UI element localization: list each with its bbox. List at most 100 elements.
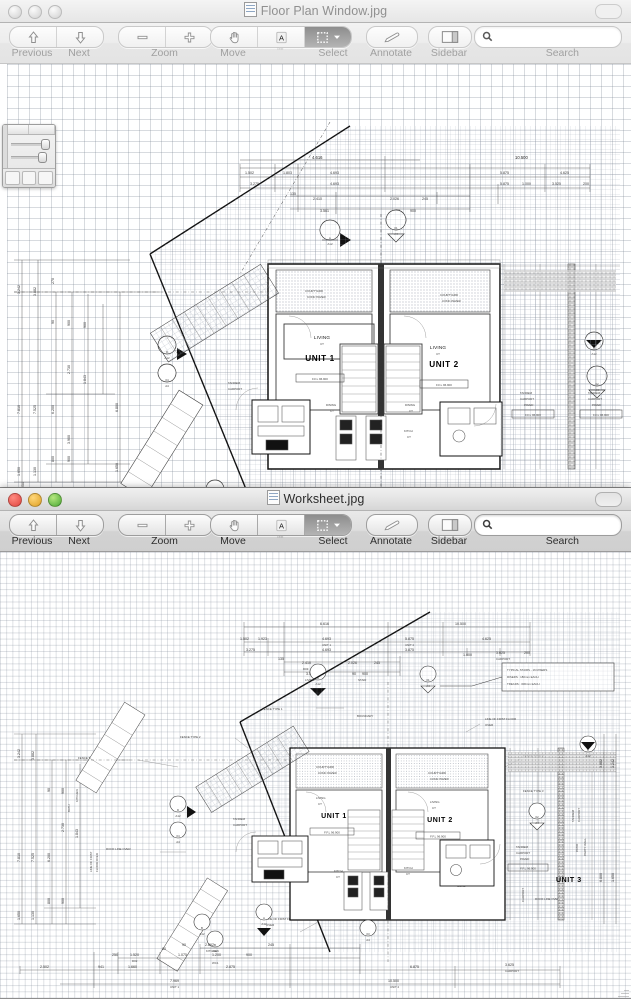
window-title: Floor Plan Window.jpg (0, 2, 631, 18)
next-button[interactable] (56, 515, 103, 535)
svg-text:CONC PAVER: CONC PAVER (442, 299, 461, 303)
svg-text:F.F.L 96.900: F.F.L 96.900 (525, 413, 541, 417)
document-canvas[interactable]: 6.616 10.500 1.502 1.923 4.693 UNIT 1 5.… (0, 552, 631, 999)
svg-text:D: D (177, 808, 179, 812)
svg-text:CT: CT (336, 875, 340, 879)
search-input[interactable] (499, 515, 615, 537)
chevron-down-icon[interactable] (333, 521, 341, 529)
svg-text:1.075: 1.075 (178, 953, 187, 957)
svg-text:D02: D02 (132, 959, 138, 963)
svg-text:B: B (201, 926, 203, 930)
zoom-in-button[interactable] (165, 515, 212, 535)
palette-tabs[interactable] (3, 125, 55, 135)
zoom-out-button[interactable] (119, 27, 165, 47)
document-canvas[interactable]: 4.616 10.500 1.502 1.803 4.693 5.875 4.6… (0, 64, 631, 488)
svg-text:F.F.L 96.900: F.F.L 96.900 (520, 867, 536, 871)
svg-text:A4: A4 (366, 938, 370, 942)
svg-text:CARPORT: CARPORT (233, 823, 247, 827)
move-tool-button[interactable] (211, 515, 257, 535)
line-first-floor-label: LINE OF FIRST FLOOR (485, 717, 516, 721)
svg-text:PARTY WALL: PARTY WALL (583, 838, 587, 856)
svg-text:F.F.L 96.900: F.F.L 96.900 (324, 831, 340, 835)
svg-text:A: A (263, 916, 265, 920)
palette-swatch[interactable] (38, 171, 54, 185)
sidebar-toggle-button[interactable] (429, 515, 471, 535)
svg-text:3.275: 3.275 (246, 648, 255, 652)
worksheet-drawing: 6.616 10.500 1.502 1.923 4.693 UNIT 1 5.… (0, 552, 631, 999)
palette-tab-2[interactable] (29, 125, 55, 134)
move-tool-button[interactable] (211, 27, 257, 47)
minus-icon (135, 30, 150, 45)
svg-text:A: A (278, 33, 283, 42)
svg-text:900: 900 (83, 322, 87, 328)
resize-grip[interactable] (617, 986, 629, 998)
search-label: Search (545, 535, 579, 547)
window-titlebar[interactable]: Worksheet.jpg (0, 488, 631, 511)
palette-swatch[interactable] (5, 171, 20, 185)
svg-text:90: 90 (51, 320, 55, 324)
search-field[interactable] (474, 514, 622, 537)
text-tool-button[interactable]: A (257, 515, 304, 535)
svg-text:6.800: 6.800 (115, 403, 119, 412)
slider-knob[interactable] (41, 139, 50, 150)
toolbar-toggle-button[interactable] (595, 492, 622, 507)
worksheet-window[interactable]: Worksheet.jpg Previous Next Zoom A Move … (0, 488, 631, 999)
svg-text:KITCH: KITCH (404, 866, 413, 870)
svg-text:F.F.L 96.900: F.F.L 96.900 (312, 377, 328, 381)
select-tool-button[interactable] (304, 27, 351, 47)
palette-slider-2[interactable] (5, 151, 53, 163)
svg-text:CARPORT: CARPORT (516, 851, 530, 855)
floor-plan-window[interactable]: Floor Plan Window.jpg Previous Next Zoom… (0, 0, 631, 488)
svg-text:7.810: 7.810 (17, 405, 21, 414)
chevron-down-icon[interactable] (333, 33, 341, 41)
sidebar-label: Sidebar (430, 535, 468, 547)
fence-type-1-label: FENCE TYPE 1 (262, 707, 283, 711)
svg-text:CT: CT (320, 342, 324, 346)
svg-text:UNIT 1: UNIT 1 (321, 813, 347, 820)
select-tool-button[interactable] (304, 515, 351, 535)
move-label: Move (220, 47, 246, 59)
annotate-tool-button[interactable] (367, 27, 417, 47)
svg-text:80: 80 (162, 947, 166, 951)
svg-text:900: 900 (61, 788, 65, 794)
adjust-palette[interactable] (2, 124, 56, 188)
palette-swatch[interactable] (21, 171, 37, 185)
palette-slider-1[interactable] (5, 138, 53, 150)
search-field[interactable] (474, 26, 622, 49)
pencil-icon (382, 30, 402, 45)
svg-text:CT: CT (407, 435, 411, 439)
svg-text:2.502: 2.502 (40, 965, 49, 969)
annotate-label: Annotate (369, 535, 413, 547)
pencil-icon (382, 518, 402, 533)
dining-label-1: DINING (326, 403, 337, 407)
svg-text:A12: A12 (261, 922, 267, 926)
svg-text:A4: A4 (535, 821, 539, 825)
annotate-tool-button[interactable] (367, 515, 417, 535)
zoom-in-button[interactable] (165, 27, 212, 47)
window-titlebar[interactable]: Floor Plan Window.jpg (0, 0, 631, 23)
svg-text:250: 250 (112, 953, 118, 957)
callout-04-A4-2: 04 A4 (169, 821, 187, 844)
living-label-2: LIVING (430, 345, 446, 350)
palette-swatches[interactable] (3, 168, 55, 187)
zoom-out-button[interactable] (119, 515, 165, 535)
svg-text:CONC PAVER: CONC PAVER (318, 771, 337, 775)
slider-knob[interactable] (38, 152, 47, 163)
document-icon (266, 490, 280, 505)
next-button[interactable] (56, 27, 103, 47)
sidebar-toggle-button[interactable] (429, 27, 471, 47)
toolbar-toggle-button[interactable] (595, 4, 622, 19)
text-A-icon: A (274, 30, 289, 45)
boundary-label-2: BOUNDARY (357, 714, 373, 718)
svg-text:FENCE TYPE 2: FENCE TYPE 2 (180, 735, 201, 739)
svg-text:800: 800 (47, 898, 51, 904)
search-input[interactable] (499, 27, 615, 49)
previous-button[interactable] (10, 515, 56, 535)
previous-button[interactable] (10, 27, 56, 47)
svg-text:1.130: 1.130 (31, 911, 35, 920)
svg-text:7.525: 7.525 (33, 405, 37, 414)
svg-text:6.875: 6.875 (410, 965, 419, 969)
text-tool-button[interactable]: A (257, 27, 304, 47)
arrow-up-icon (26, 518, 41, 533)
svg-text:800: 800 (51, 456, 55, 462)
